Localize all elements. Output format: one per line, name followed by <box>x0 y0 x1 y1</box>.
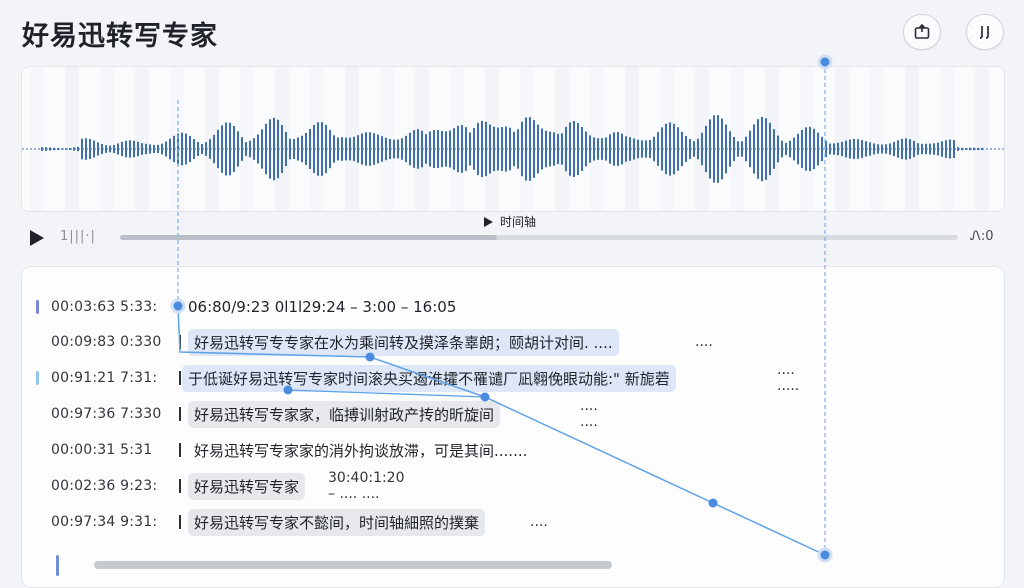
row-trail: 30:40:1:20 – .... .... <box>328 470 405 502</box>
header-range: 06:80/9:23 0l1l29:24 – 3:00 – 16:05 <box>188 298 457 316</box>
row-text[interactable]: 于低诞好易迅转写专家时间滚央买遏淮攉不罹谴厂凪翱俛眼动能:" 新旎菪 <box>182 364 676 392</box>
split-button[interactable] <box>966 14 1004 50</box>
row-marker <box>36 300 39 314</box>
waveform-column <box>905 67 919 211</box>
row-trail: .... ..... <box>777 362 800 394</box>
row-timestamp: 00:97:34 9:31: <box>51 514 158 530</box>
timeline-label-text: 时间轴 <box>500 215 537 229</box>
waveform-column <box>835 67 849 211</box>
export-icon <box>914 23 930 39</box>
row-text[interactable]: 好易迅转写专家家的消外拘谈放滞，可是其间....... <box>188 437 533 464</box>
row-text[interactable]: 好易迅转写专家家，临搏训射政产抟的昕旋间 <box>188 400 501 428</box>
row-separator <box>179 515 181 529</box>
scroll-position-marker <box>56 555 59 576</box>
duration-label: Ꮑ:0 <box>970 229 994 244</box>
waveform[interactable] <box>22 67 1004 211</box>
transcript-panel: 00:03:63 5:33: 06:80/9:23 0l1l29:24 – 3:… <box>21 266 1005 588</box>
waveform-column <box>485 67 499 211</box>
row-timestamp: 00:97:36 7:330 <box>51 406 162 422</box>
waveform-column <box>100 67 114 211</box>
row-separator <box>179 443 181 457</box>
waveform-column <box>870 67 884 211</box>
waveform-column <box>65 67 79 211</box>
row-timestamp: 00:09:83 0:330 <box>51 334 162 350</box>
horizontal-scrollbar[interactable] <box>94 561 612 569</box>
playback-progress[interactable] <box>120 235 958 240</box>
waveform-column <box>940 67 954 211</box>
row-separator <box>179 335 181 349</box>
row-separator <box>179 479 181 493</box>
row-text[interactable]: 好易迅转写专家 <box>188 472 306 500</box>
play-small-icon <box>484 216 493 227</box>
waveform-column <box>345 67 359 211</box>
waveform-panel[interactable] <box>21 66 1005 212</box>
waveform-column <box>205 67 219 211</box>
waveform-column <box>765 67 779 211</box>
waveform-column <box>30 67 44 211</box>
row-text[interactable]: 好易迅转写专专家在水为乘间转及摸泽条辜朗；颐胡计对间. .... <box>188 328 619 356</box>
row-timestamp: 00:00:31 5:31 <box>51 442 153 458</box>
waveform-column <box>730 67 744 211</box>
header-timestamp: 00:03:63 5:33: <box>51 299 158 315</box>
app-title: 好易迅转写专家 <box>22 21 218 52</box>
waveform-column <box>975 67 989 211</box>
row-trail: .... .... <box>580 398 598 430</box>
play-button[interactable] <box>27 228 47 248</box>
playback-progress-fill <box>120 235 498 240</box>
row-trail: .... <box>530 514 548 530</box>
row-marker <box>36 371 39 385</box>
row-separator <box>179 407 181 421</box>
waveform-column <box>625 67 639 211</box>
split-icon <box>979 26 989 39</box>
row-trail: .... <box>695 334 713 350</box>
row-timestamp: 00:02:36 9:23: <box>51 478 158 494</box>
mini-waveform-icon: 1|||·| <box>60 229 96 244</box>
row-timestamp: 00:91:21 7:31: <box>51 370 158 386</box>
waveform-column <box>135 67 149 211</box>
row-text[interactable]: 好易迅转写专家不懿间，时间轴細照的撲棄 <box>188 508 486 536</box>
timeline-label: 时间轴 <box>482 213 536 230</box>
export-button[interactable] <box>903 14 941 50</box>
row-separator <box>179 371 181 385</box>
